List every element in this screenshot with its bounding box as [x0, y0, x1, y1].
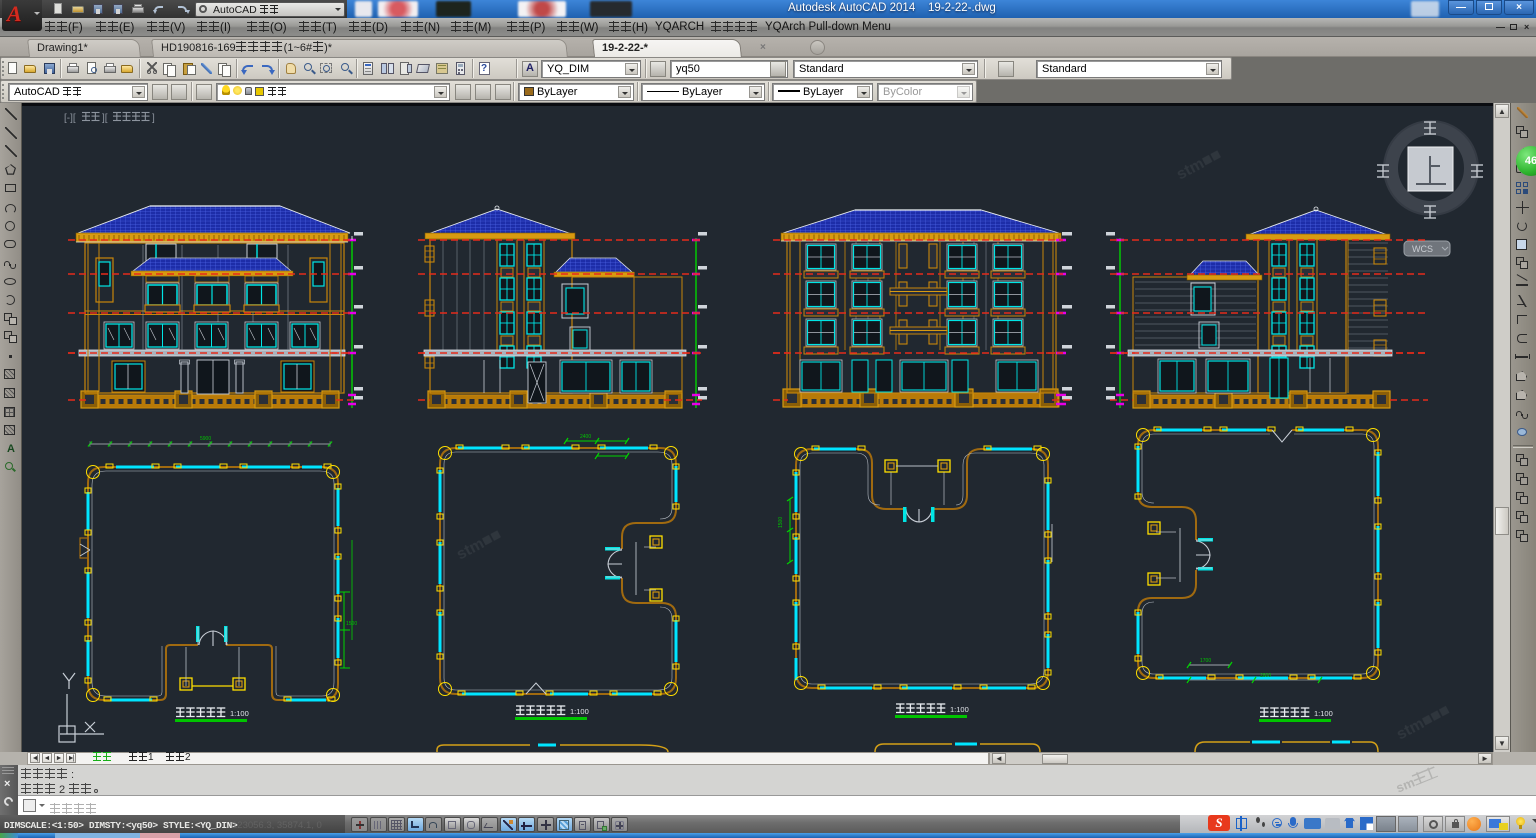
svg-text:1500: 1500 [346, 621, 357, 627]
svg-text:2400: 2400 [580, 434, 591, 440]
svg-text:5900: 5900 [200, 436, 211, 442]
svg-text:1:100: 1:100 [1314, 709, 1333, 718]
svg-text:1:100: 1:100 [570, 707, 589, 716]
svg-text:]: ] [152, 113, 155, 124]
svg-text:1:100: 1:100 [230, 709, 249, 718]
svg-text:1500: 1500 [778, 517, 784, 528]
svg-text:[-][: [-][ [64, 113, 76, 124]
svg-text:1:100: 1:100 [950, 705, 969, 714]
svg-text:2800: 2800 [1260, 673, 1271, 679]
svg-text:WCS: WCS [1412, 244, 1433, 254]
svg-text:1700: 1700 [1200, 658, 1211, 664]
svg-text:][: ][ [102, 113, 108, 124]
